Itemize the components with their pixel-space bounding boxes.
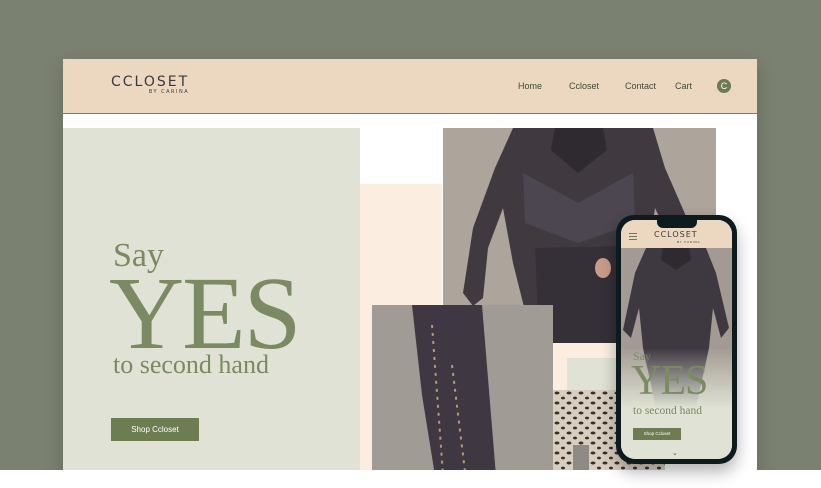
chevron-down-icon[interactable]: ⌄ xyxy=(672,449,678,457)
nav-ccloset[interactable]: Ccloset xyxy=(569,81,599,91)
mobile-shop-button[interactable]: Shop Ccloset xyxy=(633,428,681,440)
avatar-icon[interactable]: C xyxy=(717,79,731,93)
logo-text: CCLOSET xyxy=(111,74,190,90)
nav-home[interactable]: Home xyxy=(518,81,542,91)
bottom-band xyxy=(0,470,821,488)
site-header: CCLOSET BY CARINA Home Ccloset Contact C… xyxy=(63,59,757,114)
nav-cart[interactable]: Cart xyxy=(675,81,692,91)
phone-screen: CCLOSET BY CARINA Say YES to second hand… xyxy=(621,220,732,459)
phone-notch xyxy=(657,220,697,228)
mobile-logo[interactable]: CCLOSET xyxy=(654,230,698,239)
menu-icon[interactable] xyxy=(629,233,637,242)
phone-mockup: CCLOSET BY CARINA Say YES to second hand… xyxy=(616,215,737,464)
photo-lace-up-pants xyxy=(372,305,553,488)
mobile-yes: YES xyxy=(631,358,708,404)
shop-ccloset-button[interactable]: Shop Ccloset xyxy=(111,418,199,441)
hero-tagline: to second hand xyxy=(113,350,269,379)
mobile-tagline: to second hand xyxy=(633,405,702,417)
mobile-logo-subtitle: BY CARINA xyxy=(677,240,701,244)
logo[interactable]: CCLOSET BY CARINA xyxy=(111,74,189,95)
nav-contact[interactable]: Contact xyxy=(625,81,656,91)
